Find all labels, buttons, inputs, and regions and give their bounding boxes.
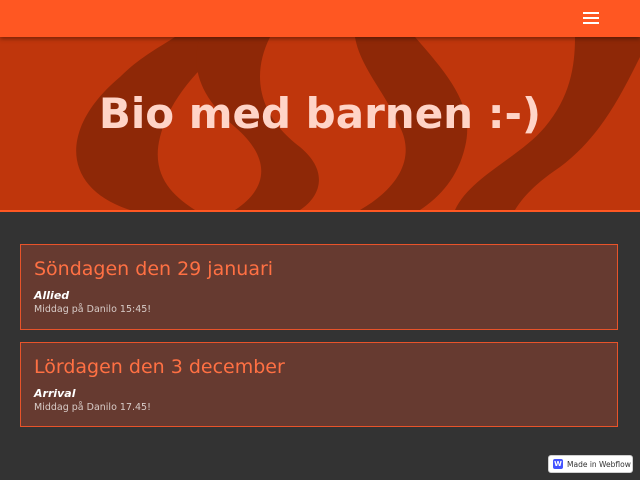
page-title: Bio med barnen :-)	[98, 89, 542, 138]
event-movie-title: Allied	[34, 289, 70, 302]
top-navbar	[0, 0, 640, 37]
hamburger-menu-icon[interactable]	[583, 12, 599, 26]
event-movie-title: Arrival	[34, 387, 76, 400]
event-card: Söndagen den 29 januari Allied Middag på…	[20, 244, 618, 330]
badge-label: Made in Webflow	[567, 459, 631, 469]
hero-banner: Bio med barnen :-)	[0, 37, 640, 212]
made-in-webflow-badge[interactable]: W Made in Webflow	[548, 455, 633, 473]
event-date: Söndagen den 29 januari	[34, 258, 274, 280]
event-note: Middag på Danilo 17.45!	[34, 402, 151, 413]
events-list: Söndagen den 29 januari Allied Middag på…	[0, 212, 640, 480]
event-note: Middag på Danilo 15:45!	[34, 304, 152, 315]
webflow-logo-icon: W	[553, 459, 563, 469]
event-date: Lördagen den 3 december	[34, 356, 285, 378]
event-card: Lördagen den 3 december Arrival Middag p…	[20, 342, 618, 427]
